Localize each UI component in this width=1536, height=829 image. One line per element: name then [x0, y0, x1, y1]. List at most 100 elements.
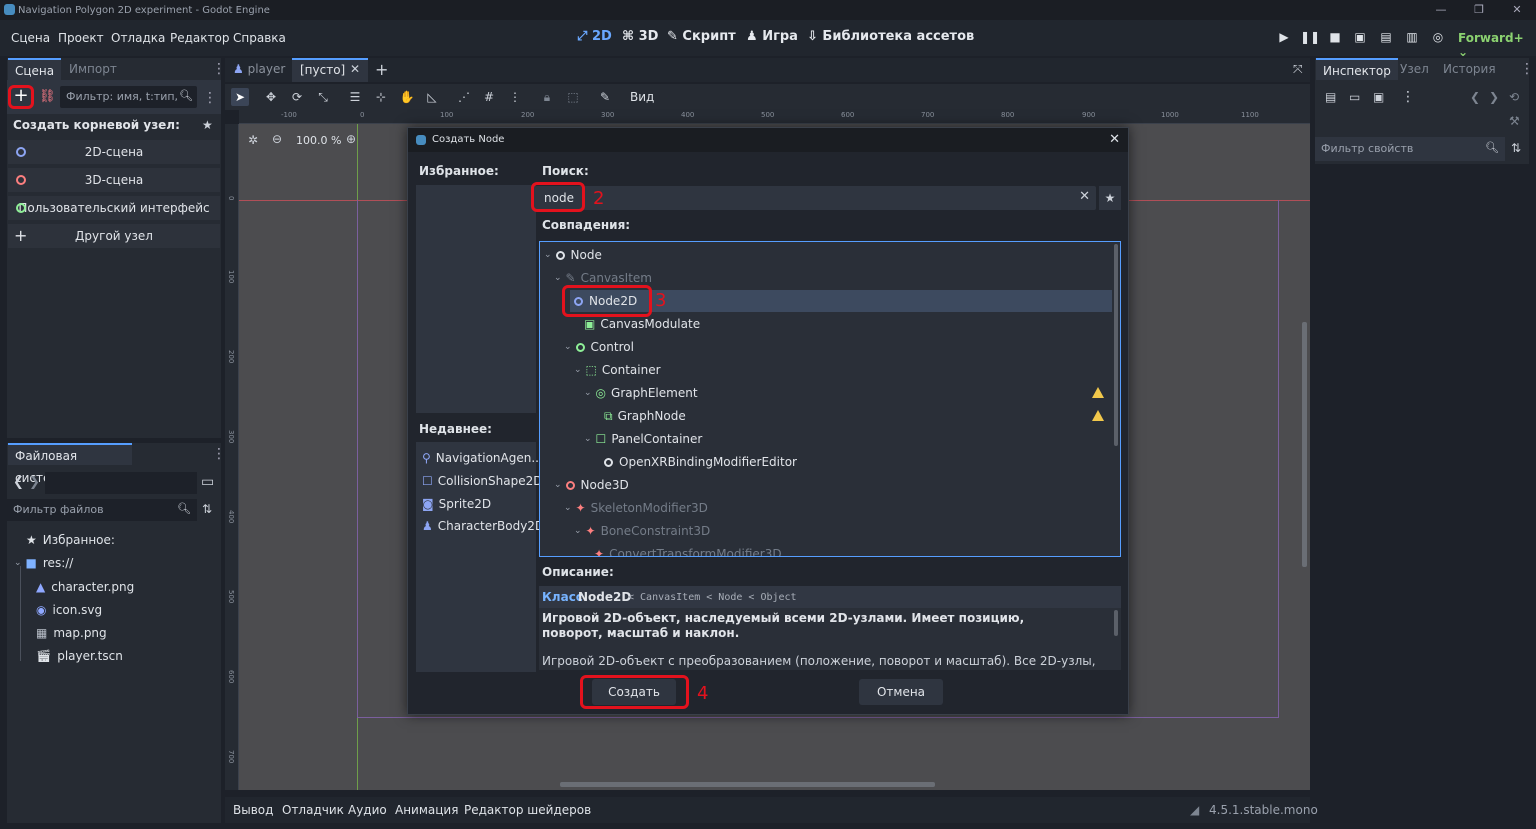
zoom-in-icon[interactable]: ⊕ [346, 132, 356, 146]
root-option-ui[interactable]: Пользовательский интерфейс [8, 196, 220, 220]
search-input[interactable]: node ✕ [535, 186, 1096, 210]
tree-item-container[interactable]: ⌄ ⬚ Container [574, 359, 661, 381]
back-icon[interactable]: ❮ [13, 475, 24, 490]
pivot-tool-icon[interactable]: ⊹ [372, 88, 390, 106]
menu-debug[interactable]: Отладка [111, 31, 165, 45]
remote-debug-icon[interactable]: ▣ [1351, 30, 1369, 46]
favorites-list[interactable] [416, 185, 536, 413]
ruler-tool-icon[interactable]: ◺ [423, 88, 441, 106]
tab-player[interactable]: ♟ player [233, 62, 285, 76]
zoom-level[interactable]: 100.0 % [296, 134, 341, 147]
class-name[interactable]: Node2D [578, 590, 631, 604]
description-scrollbar[interactable] [1114, 610, 1118, 636]
root-option-other[interactable]: + Другой узел [8, 224, 220, 248]
workspace-script[interactable]: ✎ Скрипт [667, 29, 736, 44]
dialog-close-icon[interactable]: ✕ [1109, 128, 1120, 152]
bottom-tab-shader-editor[interactable]: Редактор шейдеров [464, 803, 591, 817]
recent-item[interactable]: ⚲ NavigationAgen... [422, 447, 543, 469]
play-custom-icon[interactable]: ▥ [1403, 30, 1421, 46]
new-resource-icon[interactable]: ▤ [1325, 90, 1336, 104]
vertical-scrollbar[interactable] [1302, 322, 1307, 567]
tab-import[interactable]: Импорт [62, 58, 124, 80]
scale-tool-icon[interactable]: ⤡ [314, 88, 332, 106]
center-view-icon[interactable]: ✲ [248, 133, 258, 147]
object-history-icon[interactable]: ⟲ [1509, 90, 1519, 104]
fs-file-character[interactable]: ▲ character.png [36, 580, 134, 594]
scene-dock-menu-icon[interactable]: ⋮ [212, 62, 226, 76]
tree-item-node[interactable]: ⌄ Node [544, 244, 602, 266]
root-option-2d-scene[interactable]: 2D-сцена [8, 140, 220, 164]
root-option-3d-scene[interactable]: 3D-сцена [8, 168, 220, 192]
inspector-menu-icon[interactable]: ⋮ [1401, 89, 1415, 105]
inspector-dock-menu-icon[interactable]: ⋮ [1520, 62, 1534, 76]
cancel-button[interactable]: Отмена [859, 679, 943, 705]
tab-node[interactable]: Узел [1393, 58, 1436, 80]
tab-empty[interactable]: [пусто] ✕ [292, 58, 368, 82]
fs-filter-input[interactable]: Фильтр файлов 🔍︎ [7, 499, 197, 521]
tab-inspector[interactable]: Инспектор [1316, 58, 1398, 80]
tree-item-graphnode[interactable]: ⧉ GraphNode [604, 405, 1118, 427]
scene-options-icon[interactable]: ⋮ [203, 91, 217, 105]
tab-history[interactable]: История [1436, 58, 1503, 80]
bottom-tab-animation[interactable]: Анимация [395, 803, 458, 817]
group-icon[interactable]: ⬚ [564, 88, 582, 106]
tree-item-control[interactable]: ⌄ Control [564, 336, 634, 358]
save-icon[interactable]: ▣ [1373, 90, 1384, 104]
distraction-free-icon[interactable]: ⤧ [1293, 62, 1303, 77]
zoom-out-icon[interactable]: ⊖ [272, 132, 282, 146]
tab-scene[interactable]: Сцена [8, 58, 62, 80]
fs-res-folder[interactable]: ⌄ ■ res:// [14, 556, 73, 570]
tree-item-node3d[interactable]: ⌄ Node3D [554, 474, 629, 496]
favorite-toggle-icon[interactable]: ★ [1099, 186, 1121, 210]
stop-icon[interactable]: ■ [1326, 30, 1344, 46]
pan-tool-icon[interactable]: ✋ [398, 88, 416, 106]
history-forward-icon[interactable]: ❯ [1489, 90, 1499, 104]
forward-icon[interactable]: ❯ [29, 475, 40, 490]
fs-file-map[interactable]: ▦ map.png [36, 626, 107, 640]
bottom-tab-output[interactable]: Вывод [233, 803, 273, 817]
smart-snap-icon[interactable]: ⋰ [455, 88, 473, 106]
workspace-assetlib[interactable]: ⇩ Библиотека ассетов [807, 29, 974, 44]
fs-path-input[interactable] [45, 472, 197, 494]
split-view-icon[interactable]: ▭ [201, 474, 214, 490]
tools-icon[interactable]: ⚒ [1509, 114, 1520, 128]
history-back-icon[interactable]: ❮ [1470, 90, 1480, 104]
workspace-game[interactable]: ♟ Игра [746, 29, 798, 44]
minimize-icon[interactable]: — [1422, 0, 1460, 20]
favorite-star-icon[interactable]: ★ [202, 118, 213, 132]
fs-favorites[interactable]: ★ Избранное: [26, 533, 115, 547]
rotate-tool-icon[interactable]: ⟳ [288, 88, 306, 106]
bottom-tab-audio[interactable]: Аудио [348, 803, 387, 817]
menu-editor[interactable]: Редактор [170, 31, 229, 45]
workspace-2d[interactable]: ⤢ 2D [577, 29, 612, 44]
select-tool-icon[interactable]: ➤ [231, 88, 249, 106]
view-menu[interactable]: Вид [630, 90, 654, 104]
renderer-select[interactable]: Forward+ ⌄ [1458, 31, 1536, 59]
list-select-icon[interactable]: ☰ [346, 88, 364, 106]
sort-icon[interactable]: ⇅ [202, 502, 212, 516]
tree-item-converttransform[interactable]: ✦ ConvertTransformModifier3D [594, 543, 782, 556]
open-folder-icon[interactable]: ▭ [1349, 90, 1360, 104]
movie-maker-icon[interactable]: ◎ [1429, 30, 1447, 46]
close-window-icon[interactable]: ✕ [1498, 0, 1536, 20]
menu-help[interactable]: Справка [233, 31, 286, 45]
recent-item[interactable]: ☐ CollisionShape2D [422, 470, 542, 492]
tree-item-boneconstraint3d[interactable]: ⌄ ✦ BoneConstraint3D [574, 520, 710, 542]
inspector-options-icon[interactable]: ⇅ [1511, 141, 1521, 155]
tree-item-panelcontainer[interactable]: ⌄ ☐ PanelContainer [584, 428, 702, 450]
clear-search-icon[interactable]: ✕ [1079, 189, 1090, 204]
menu-project[interactable]: Проект [58, 31, 104, 45]
recent-item[interactable]: ◙ Sprite2D [422, 493, 491, 515]
tab-filesystem[interactable]: Файловая система [8, 443, 132, 485]
close-tab-icon[interactable]: ✕ [350, 62, 360, 76]
play-icon[interactable]: ▶ [1275, 30, 1293, 46]
grid-snap-icon[interactable]: # [480, 88, 498, 106]
move-tool-icon[interactable]: ✥ [262, 88, 280, 106]
lock-icon[interactable]: 🔒︎ [538, 88, 556, 106]
property-filter-input[interactable]: Фильтр свойств 🔍︎ [1315, 137, 1505, 161]
pause-icon[interactable]: ❚❚ [1300, 30, 1320, 46]
fs-file-player[interactable]: 🎬︎ player.tscn [36, 649, 123, 663]
fs-dock-menu-icon[interactable]: ⋮ [212, 447, 226, 461]
tree-item-skeletonmodifier3d[interactable]: ⌄ ✦ SkeletonModifier3D [564, 497, 708, 519]
tree-item-graphelement[interactable]: ⌄ ◎ GraphElement [584, 382, 1118, 404]
